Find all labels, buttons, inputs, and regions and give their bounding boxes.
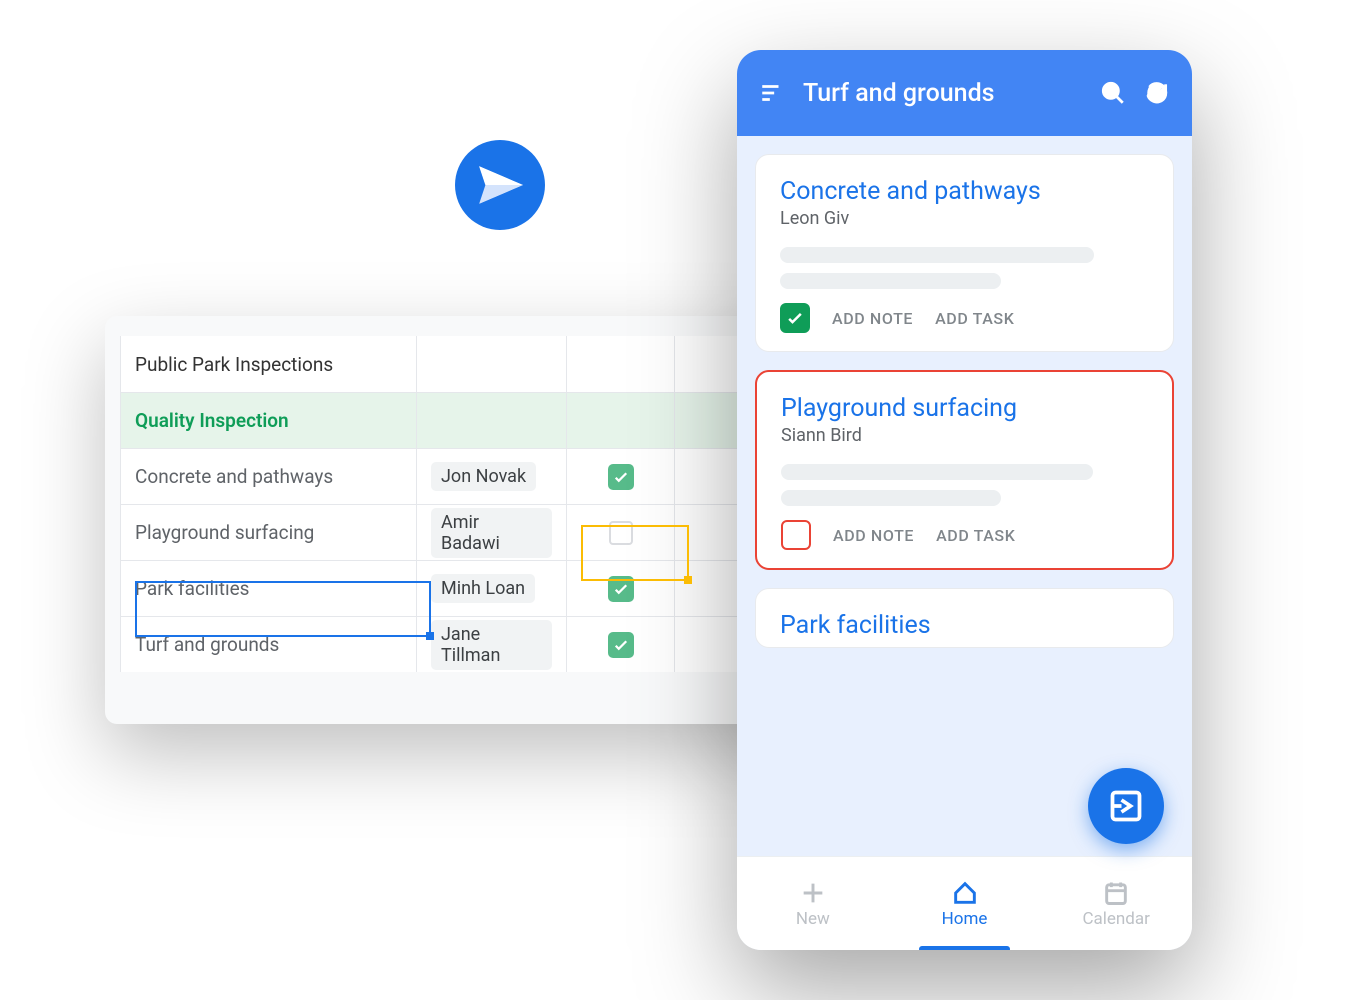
assignee-cell[interactable]: Amir Badawi — [417, 505, 567, 560]
skeleton-line — [780, 247, 1094, 263]
sheet-section-cell[interactable]: Quality Inspection — [121, 393, 417, 448]
checkbox-checked-icon — [608, 576, 634, 602]
assignee-cell[interactable]: Jane Tillman — [417, 617, 567, 672]
task-cell[interactable]: Park facilities — [121, 561, 417, 616]
paper-plane-icon — [455, 140, 545, 230]
card-title: Playground surfacing — [781, 394, 1148, 423]
skeleton-line — [781, 490, 1001, 506]
skeleton-line — [781, 464, 1093, 480]
card-title: Concrete and pathways — [780, 177, 1149, 206]
checkbox-checked-icon[interactable] — [780, 303, 810, 333]
add-task-button[interactable]: ADD TASK — [935, 309, 1014, 328]
checkbox-cell[interactable] — [567, 505, 675, 560]
mobile-app-panel: Turf and grounds Concrete and pathways L… — [737, 50, 1192, 950]
card-assignee: Siann Bird — [781, 425, 1148, 446]
mobile-content: Concrete and pathways Leon Giv ADD NOTE … — [737, 136, 1192, 856]
nav-new[interactable]: New — [737, 857, 889, 950]
nav-home[interactable]: Home — [889, 857, 1041, 950]
checkbox-cell[interactable] — [567, 449, 675, 504]
skeleton-line — [780, 273, 1001, 289]
task-cell[interactable]: Turf and grounds — [121, 617, 417, 672]
assignee-cell[interactable]: Jon Novak — [417, 449, 567, 504]
search-icon[interactable] — [1100, 80, 1126, 106]
checkbox-cell[interactable] — [567, 617, 675, 672]
nav-calendar[interactable]: Calendar — [1040, 857, 1192, 950]
checkbox-cell[interactable] — [567, 561, 675, 616]
checkbox-checked-icon — [608, 632, 634, 658]
card-assignee: Leon Giv — [780, 208, 1149, 229]
assignee-cell[interactable]: Minh Loan — [417, 561, 567, 616]
refresh-icon[interactable] — [1144, 80, 1170, 106]
sheet-title-cell[interactable]: Public Park Inspections — [121, 336, 417, 392]
task-card-alert[interactable]: Playground surfacing Siann Bird ADD NOTE… — [755, 370, 1174, 570]
task-cell[interactable]: Concrete and pathways — [121, 449, 417, 504]
checkbox-unchecked-icon[interactable] — [781, 520, 811, 550]
menu-icon[interactable] — [759, 80, 785, 106]
mobile-bottom-nav: New Home Calendar — [737, 856, 1192, 950]
task-cell[interactable]: Playground surfacing — [121, 505, 417, 560]
add-task-button[interactable]: ADD TASK — [936, 526, 1015, 545]
task-card[interactable]: Concrete and pathways Leon Giv ADD NOTE … — [755, 154, 1174, 352]
mobile-header: Turf and grounds — [737, 50, 1192, 136]
add-note-button[interactable]: ADD NOTE — [832, 309, 913, 328]
card-title: Park facilities — [780, 611, 1149, 640]
checkbox-empty-icon — [609, 521, 633, 545]
checkbox-checked-icon — [608, 464, 634, 490]
add-note-button[interactable]: ADD NOTE — [833, 526, 914, 545]
mobile-title: Turf and grounds — [803, 79, 1082, 108]
task-card[interactable]: Park facilities — [755, 588, 1174, 648]
fab-button[interactable] — [1088, 768, 1164, 844]
